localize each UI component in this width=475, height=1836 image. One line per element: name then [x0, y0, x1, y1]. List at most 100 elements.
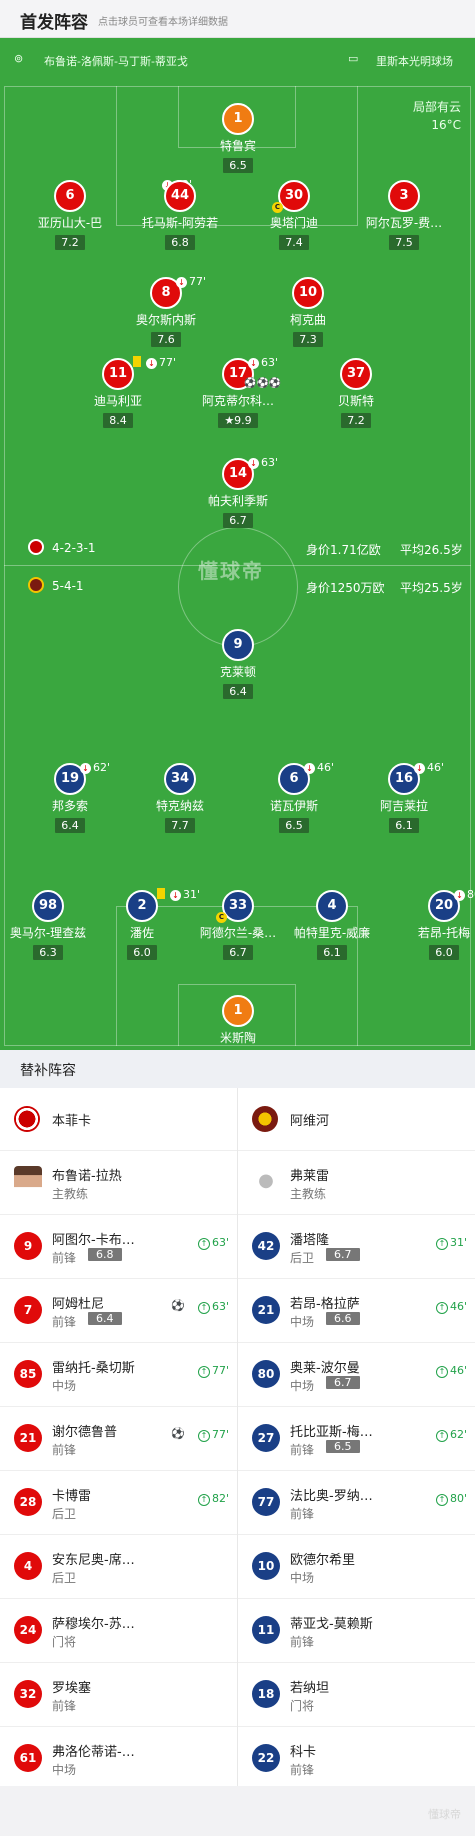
- sub-position: 前锋: [52, 1251, 77, 1265]
- sub-number: 80: [252, 1360, 280, 1388]
- sub-number: 85: [14, 1360, 42, 1388]
- away-sub-row[interactable]: 18 若纳坦 门将: [238, 1664, 475, 1727]
- goal-icon: ⚽: [171, 1299, 185, 1312]
- sub-number: 11: [252, 1616, 280, 1644]
- home-player-6[interactable]: 6 亚历山大-巴 7.2: [15, 180, 125, 250]
- away-team-row: 阿维河: [238, 1088, 475, 1151]
- footer: 懂球帝: [0, 1786, 475, 1836]
- away-player-1[interactable]: 1米斯陶7.5: [183, 995, 293, 1050]
- lineup-title: 首发阵容: [20, 13, 88, 33]
- sub-rating: 6.7: [326, 1376, 360, 1389]
- player-name: 阿尔瓦罗-费…: [365, 216, 443, 230]
- player-name: 贝斯特: [337, 394, 374, 408]
- sub-name: 科卡: [290, 1745, 317, 1760]
- sub-rating: 6.7: [326, 1248, 360, 1261]
- stadium-name: 里斯本光明球场: [376, 55, 453, 68]
- player-rating: 6.5: [279, 818, 309, 833]
- away-player-4[interactable]: 4 帕特里克-威廉 6.1: [277, 890, 387, 960]
- sub-name: 法比奥-罗纳…: [290, 1489, 373, 1504]
- player-rating: 7.6: [151, 332, 181, 347]
- sub-position: 前锋: [290, 1763, 315, 1777]
- home-sub-row[interactable]: 28 卡博雷 后卫 ↑ 82': [0, 1472, 237, 1535]
- sub-number: 21: [252, 1296, 280, 1324]
- home-player-10[interactable]: 10 柯克曲 7.3: [253, 277, 363, 347]
- player-rating: ★9.9: [218, 413, 258, 428]
- away-age: 平均25.5岁: [400, 581, 463, 595]
- sub-on-icon: ↑: [435, 1366, 448, 1378]
- sub-on-icon: ↑: [197, 1302, 210, 1314]
- sub-rating: 6.4: [88, 1312, 122, 1325]
- away-sub-row[interactable]: 80 奥莱-波尔曼 中场 6.7 ↑ 46': [238, 1344, 475, 1407]
- away-coach-row[interactable]: ● 弗莱雷 主教练: [238, 1152, 475, 1215]
- away-sub-row[interactable]: 77 法比奥-罗纳… 前锋 ↑ 80': [238, 1472, 475, 1535]
- home-team-row: 本菲卡: [0, 1088, 237, 1151]
- coach-avatar: [14, 1166, 42, 1196]
- sub-on-time: ↑ 46': [435, 1300, 467, 1314]
- away-player-9[interactable]: 9 克莱顿 6.4: [183, 629, 293, 699]
- sub-on-icon: ↑: [435, 1494, 448, 1506]
- subs-title: 替补阵容: [20, 1063, 76, 1079]
- home-sub-row[interactable]: 61 弗洛伦蒂诺-… 中场: [0, 1728, 237, 1791]
- jersey-number: 6: [54, 180, 86, 212]
- away-player-34[interactable]: 34 特克纳兹 7.7: [125, 763, 235, 833]
- sub-name: 若纳坦: [290, 1681, 330, 1696]
- jersey-number: 1: [222, 995, 254, 1027]
- player-rating: 6.0: [127, 945, 157, 960]
- player-name: 阿克蒂尔科…: [201, 394, 274, 408]
- jersey-number: 11: [102, 358, 134, 390]
- pitch: ⊚ 布鲁诺-洛佩斯-马丁斯-蒂亚戈 ▭ 里斯本光明球场 局部有云 16°C 4-…: [0, 38, 475, 1050]
- home-sub-row[interactable]: 9 阿图尔-卡布… 前锋 6.8 ↑ 63': [0, 1216, 237, 1279]
- sub-name: 托比亚斯-梅…: [290, 1425, 373, 1440]
- player-rating: 7.5: [389, 235, 419, 250]
- away-team-logo-icon: [28, 577, 44, 593]
- home-sub-row[interactable]: 24 萨穆埃尔-苏… 门将: [0, 1600, 237, 1663]
- sub-rating: 6.5: [326, 1440, 360, 1453]
- player-rating: 6.0: [429, 945, 459, 960]
- home-sub-row[interactable]: 32 罗埃塞 前锋: [0, 1664, 237, 1727]
- home-sub-row[interactable]: 85 雷纳托-桑切斯 中场 ↑ 77': [0, 1344, 237, 1407]
- player-name: 特克纳兹: [155, 799, 204, 813]
- away-sub-row[interactable]: 21 若昂-格拉萨 中场 6.6 ↑ 46': [238, 1280, 475, 1343]
- player-rating: 6.5: [223, 158, 253, 173]
- home-player-3[interactable]: 3 阿尔瓦罗-费… 7.5: [349, 180, 459, 250]
- home-player-30[interactable]: 30 奥塔门迪 7.4: [239, 180, 349, 250]
- stadium-icon: ▭: [348, 52, 359, 65]
- lineup-header: 首发阵容 点击球员可查看本场详细数据: [0, 0, 475, 38]
- sub-on-icon: ↑: [197, 1430, 210, 1442]
- home-player-1[interactable]: 1 特鲁宾 6.5: [183, 103, 293, 173]
- away-sub-row[interactable]: 22 科卡 前锋: [238, 1728, 475, 1791]
- sub-off-time: ↓ 77': [146, 356, 176, 369]
- sub-number: 18: [252, 1680, 280, 1708]
- sub-off-time: ↓ 63': [248, 356, 278, 369]
- home-sub-row[interactable]: 4 安东尼奥-席… 后卫: [0, 1536, 237, 1599]
- home-player-44[interactable]: 44 托马斯-阿劳若 6.8: [125, 180, 235, 250]
- sub-position: 前锋: [290, 1507, 315, 1521]
- home-sub-row[interactable]: 21 谢尔德鲁普 前锋 ⚽ ↑ 77': [0, 1408, 237, 1471]
- home-coach-row[interactable]: 布鲁诺-拉热 主教练: [0, 1152, 237, 1215]
- sub-number: 7: [14, 1296, 42, 1324]
- sub-name: 蒂亚戈-莫赖斯: [290, 1617, 373, 1632]
- sub-position: 中场: [290, 1315, 315, 1329]
- lineup-hint: 点击球员可查看本场详细数据: [98, 17, 228, 28]
- sub-on-time: ↑ 46': [435, 1364, 467, 1378]
- sub-number: 27: [252, 1424, 280, 1452]
- player-rating: 7.2: [341, 413, 371, 428]
- sub-name: 罗埃塞: [52, 1681, 92, 1696]
- away-sub-row[interactable]: 10 欧德尔希里 中场: [238, 1536, 475, 1599]
- player-name: 诺瓦伊斯: [269, 799, 318, 813]
- home-sub-row[interactable]: 7 阿姆杜尼 前锋 6.4 ⚽ ↑ 63': [0, 1280, 237, 1343]
- sub-off-icon: ↓: [146, 358, 157, 369]
- sub-rating: 6.6: [326, 1312, 360, 1325]
- footer-watermark: 懂球帝: [428, 1808, 461, 1821]
- sub-on-time: ↑ 77': [197, 1364, 229, 1378]
- referee-name: 布鲁诺-洛佩斯-马丁斯-蒂亚戈: [44, 55, 188, 68]
- away-sub-row[interactable]: 42 潘塔隆 后卫 6.7 ↑ 31': [238, 1216, 475, 1279]
- home-player-37[interactable]: 37 贝斯特 7.2: [301, 358, 411, 428]
- away-sub-row[interactable]: 27 托比亚斯-梅… 前锋 6.5 ↑ 62': [238, 1408, 475, 1471]
- home-age: 平均26.5岁: [400, 543, 463, 557]
- player-name: 特鲁宾: [219, 139, 256, 153]
- player-rating: 6.7: [223, 945, 253, 960]
- sub-position: 门将: [52, 1635, 77, 1649]
- sub-number: 4: [14, 1552, 42, 1580]
- away-sub-row[interactable]: 11 蒂亚戈-莫赖斯 前锋: [238, 1600, 475, 1663]
